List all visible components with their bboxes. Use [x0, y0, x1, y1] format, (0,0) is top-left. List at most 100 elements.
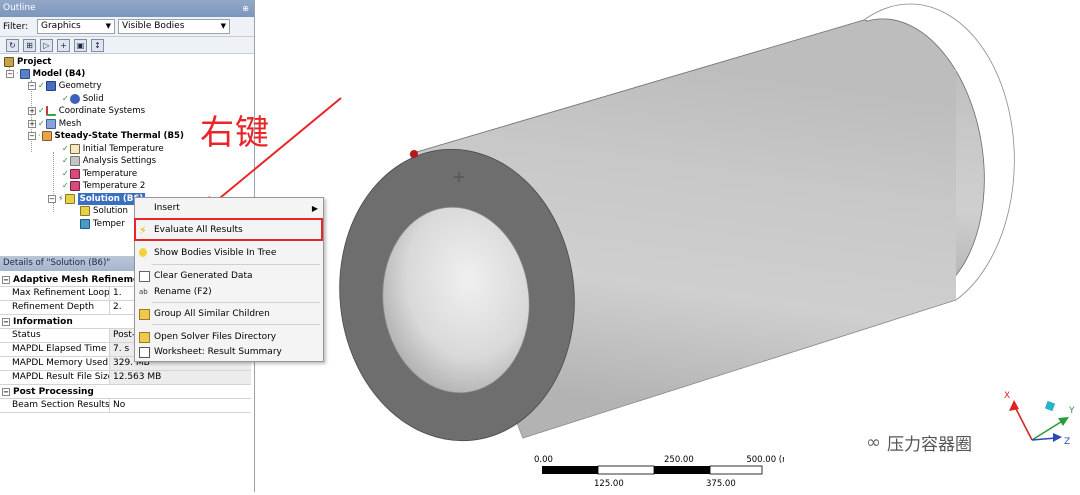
expand-all-icon[interactable]: + [57, 38, 70, 52]
tree-item-model[interactable]: − · Model (B4) [6, 68, 85, 80]
check-icon: ✓ [38, 81, 45, 90]
tree-item-analysis-settings[interactable]: ✓ Analysis Settings [62, 155, 156, 167]
tree-item-project[interactable]: Project [4, 56, 51, 68]
refresh-icon[interactable]: ↻ [6, 38, 19, 52]
model-icon [19, 69, 30, 79]
folder-icon [139, 309, 150, 320]
context-menu: Insert ▶ ⚡ Evaluate All Results Show Bod… [134, 197, 324, 362]
probe-marker[interactable] [410, 150, 418, 158]
menu-label: Insert [154, 203, 180, 213]
solid-body-icon [69, 94, 80, 104]
tree-item-solution[interactable]: − ⚡ Solution (B6) [48, 193, 146, 205]
collapse-toggle-icon[interactable]: − [48, 195, 56, 203]
tree-item-solid[interactable]: ✓ Solid [62, 93, 104, 105]
details-section[interactable]: − Post Processing [0, 385, 251, 399]
tree-item-mesh[interactable]: + ✓ Mesh [28, 118, 81, 130]
scale-segment [542, 466, 598, 474]
details-section-label: Information [13, 316, 73, 327]
collapse-toggle-icon[interactable]: − [6, 70, 14, 78]
details-key: Status [0, 329, 110, 342]
scale-label-top-2: 500.00 (mm) [746, 455, 784, 465]
outline-toolbar: ↻ ⊞ ▷ + ▣ ↕ [0, 37, 254, 54]
tree-item-temperature-2[interactable]: ✓ Temperature 2 [62, 180, 145, 192]
collapse-toggle-icon[interactable]: − [2, 275, 10, 284]
tree-item-temperature-result[interactable]: Temper [80, 218, 125, 230]
wechat-icon: ∞ [866, 432, 881, 453]
tree-item-coordinate-systems[interactable]: + ✓ Coordinate Systems [28, 105, 145, 117]
scale-bar: 0.00 250.00 500.00 (mm) 125.00 375.00 [534, 450, 802, 490]
scale-segment [709, 465, 763, 475]
details-value[interactable]: No [110, 399, 251, 412]
scale-label-bottom-0: 125.00 [594, 479, 624, 489]
triad-x-label: X [1004, 391, 1010, 401]
details-key: MAPDL Elapsed Time [0, 343, 110, 356]
check-icon: ✓ [62, 156, 69, 165]
collapse-toggle-icon[interactable]: − [28, 82, 36, 90]
axis-triad[interactable]: X Y Z [1004, 391, 1075, 447]
expand-tree-icon[interactable]: ⊞ [23, 38, 36, 52]
menu-item-rename[interactable]: ab Rename (F2) [135, 284, 323, 301]
check-icon: ✓ [62, 181, 69, 190]
details-key: Max Refinement Loops [0, 287, 110, 300]
tree-item-geometry[interactable]: − ✓ Geometry [28, 80, 102, 92]
details-row[interactable]: MAPDL Result File Size 12.563 MB [0, 371, 251, 385]
outline-title-bar: Outline ⊕ [0, 0, 254, 17]
collapse-toggle-icon[interactable]: − [2, 317, 10, 326]
solution-icon [64, 194, 75, 204]
scale-label-top-0: 0.00 [534, 455, 553, 465]
tree-label: Coordinate Systems [58, 106, 146, 116]
visibility-select[interactable]: Visible Bodies ▼ [118, 19, 230, 34]
tree-label: Temperature 2 [82, 181, 146, 191]
filter-tree-icon[interactable]: ▷ [40, 38, 53, 52]
mesh-icon [45, 119, 56, 129]
collapse-toggle-icon[interactable]: − [28, 132, 36, 140]
triad-y-label: Y [1068, 406, 1075, 416]
menu-label: Group All Similar Children [154, 309, 270, 319]
tree-label: Temperature [82, 169, 138, 179]
expand-toggle-icon[interactable]: + [28, 120, 36, 128]
pin-icon[interactable]: ⊕ [242, 0, 249, 17]
collapse-toggle-icon[interactable]: − [2, 387, 10, 396]
menu-item-worksheet[interactable]: Worksheet: Result Summary [135, 344, 323, 361]
check-icon: ✓ [62, 144, 69, 153]
filter-label: Filter: [3, 21, 29, 32]
graphics-viewport[interactable]: X Y Z [256, 0, 1080, 492]
menu-label: Rename (F2) [154, 287, 212, 297]
menu-item-clear-generated-data[interactable]: Clear Generated Data [135, 268, 323, 285]
check-icon: ✓ [62, 94, 69, 103]
watermark-text: 压力容器圈 [887, 435, 972, 455]
check-icon: ⚡ [58, 194, 64, 203]
menu-label: Show Bodies Visible In Tree [154, 248, 277, 258]
expand-toggle-icon[interactable]: + [28, 107, 36, 115]
tree-item-solution-information[interactable]: Solution [80, 205, 128, 217]
tree-item-initial-temperature[interactable]: ✓ Initial Temperature [62, 143, 164, 155]
sort-az-icon[interactable]: ↕ [91, 38, 104, 52]
menu-item-group-children[interactable]: Group All Similar Children [135, 306, 323, 323]
collapse-icon[interactable]: ▣ [74, 38, 87, 52]
tree-label: Model (B4) [32, 69, 86, 79]
tree-label: Project [17, 57, 52, 67]
chevron-down-icon: ▼ [105, 22, 111, 30]
temperature-load-icon [69, 169, 80, 179]
details-value[interactable]: 12.563 MB [110, 371, 251, 384]
watermark: ∞ 压力容器圈 [866, 430, 972, 455]
lightbulb-icon [139, 248, 147, 257]
scale-segment [597, 465, 655, 475]
menu-item-show-bodies[interactable]: Show Bodies Visible In Tree [135, 245, 323, 262]
details-row[interactable]: Beam Section Results No [0, 399, 251, 413]
analysis-settings-icon [69, 156, 80, 166]
check-icon: ✓ [62, 169, 69, 178]
geometry-icon [45, 81, 56, 91]
menu-label: Evaluate All Results [154, 225, 243, 235]
filter-select[interactable]: Graphics ▼ [37, 19, 115, 34]
submenu-arrow-icon: ▶ [311, 204, 318, 213]
scale-label-bottom-1: 375.00 [706, 479, 736, 489]
tree-item-steady-state[interactable]: − · Steady-State Thermal (B5) [28, 130, 184, 142]
tree-item-temperature[interactable]: ✓ Temperature [62, 168, 137, 180]
chevron-down-icon: ▼ [220, 22, 226, 30]
menu-item-insert[interactable]: Insert ▶ [135, 200, 323, 217]
worksheet-icon [139, 347, 150, 358]
tree-label: Solution [93, 206, 129, 216]
menu-item-evaluate-all-results[interactable]: ⚡ Evaluate All Results [135, 222, 323, 239]
check-icon: ✓ [38, 119, 45, 128]
